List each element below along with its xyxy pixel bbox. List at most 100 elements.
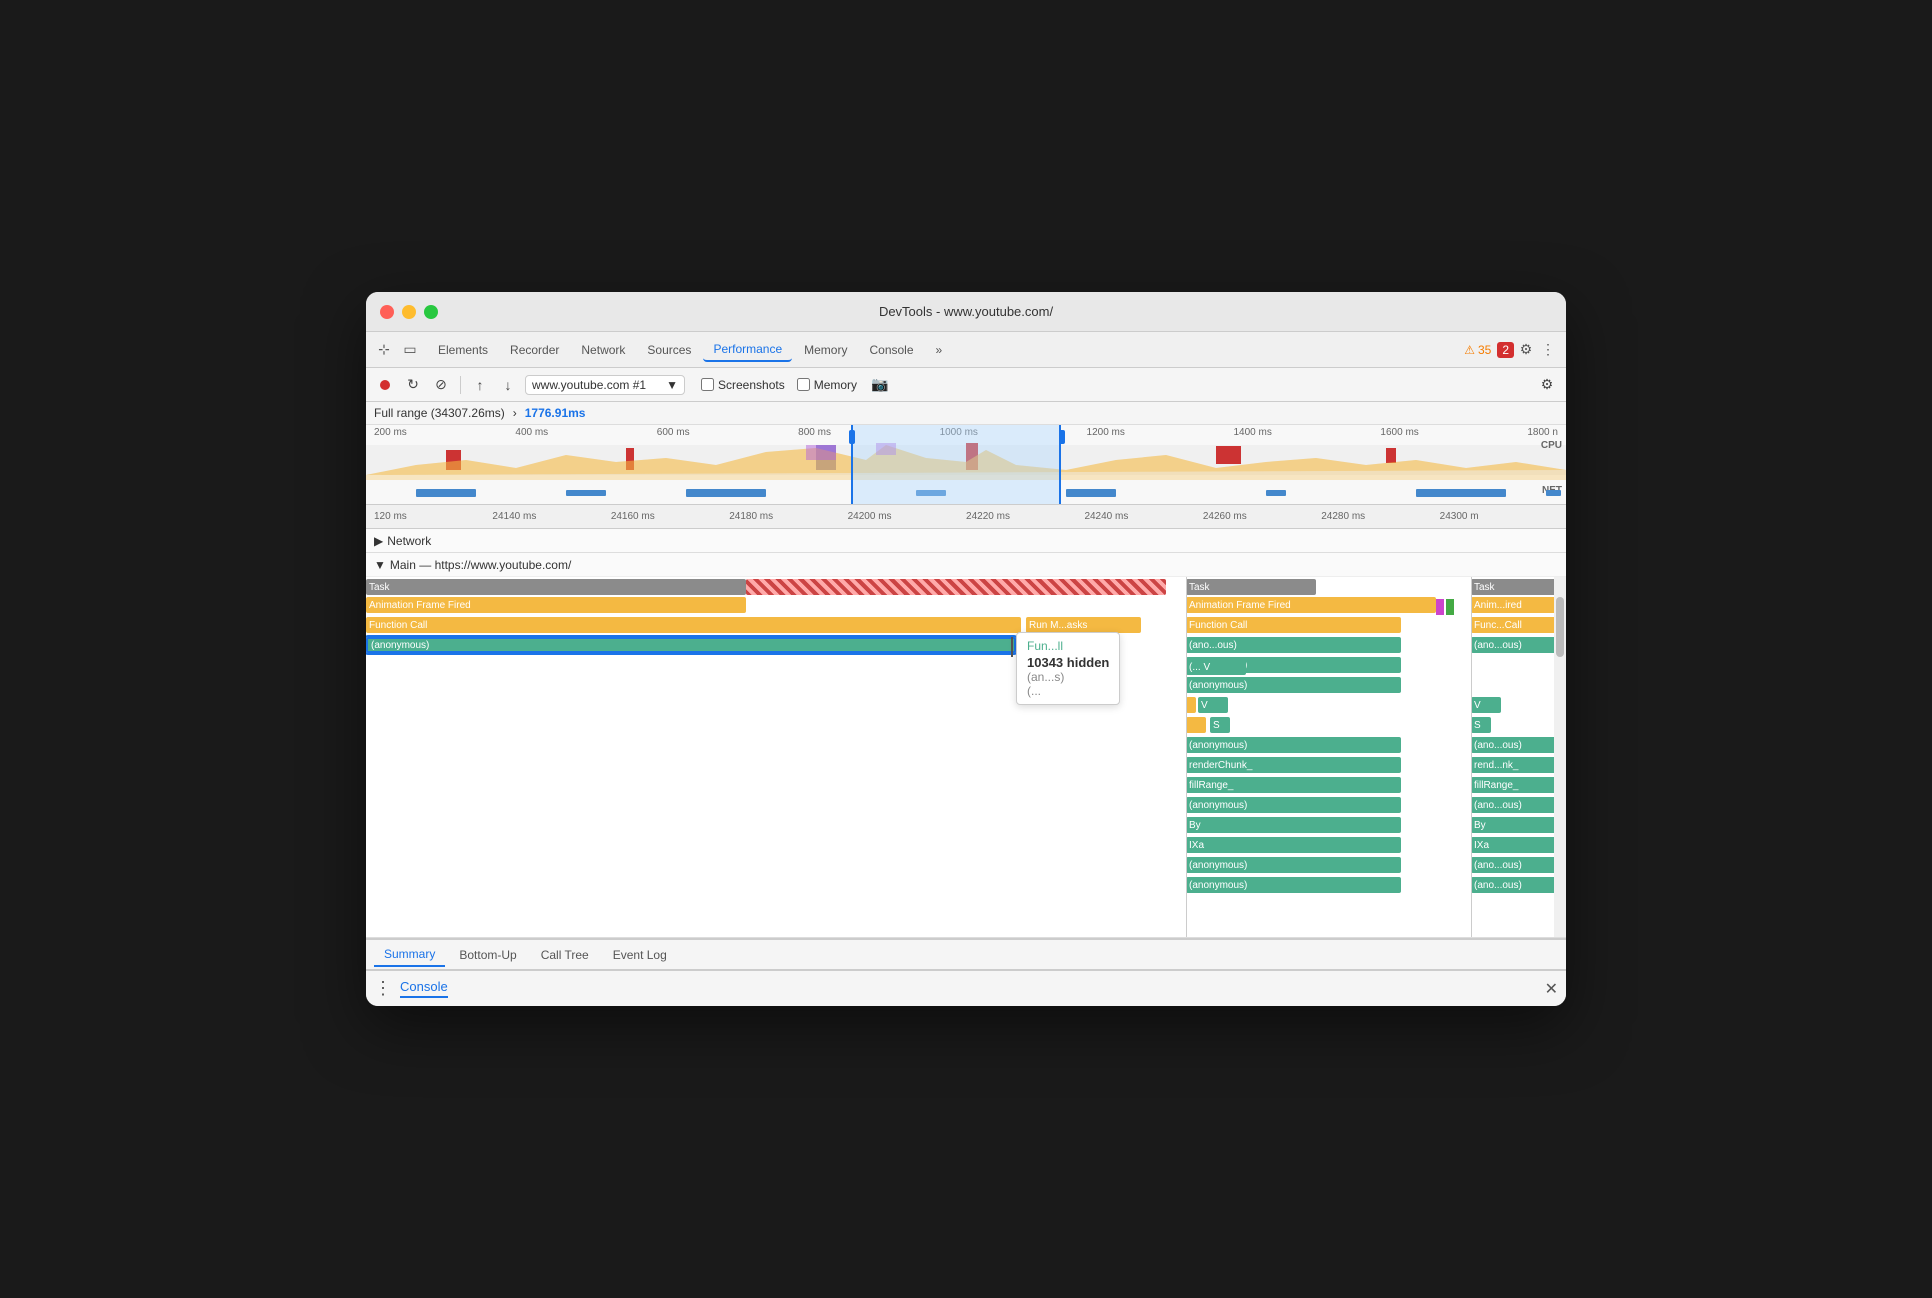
an-s-block[interactable]: (... V [1186, 659, 1246, 675]
tab-summary[interactable]: Summary [374, 943, 445, 967]
function-block-1[interactable]: Function Call [366, 617, 1021, 633]
record-button[interactable] [374, 374, 396, 396]
anon-3l[interactable]: (anonymous) [1186, 797, 1401, 813]
tab-more[interactable]: » [926, 339, 953, 361]
by-row: By By [366, 817, 1566, 837]
warning-badge: ⚠ 35 [1464, 343, 1491, 357]
task-block-2[interactable]: Task [1186, 579, 1316, 595]
anonymous-block-1[interactable]: (anonymous) [366, 637, 1016, 653]
upload-button[interactable]: ↑ [469, 374, 491, 396]
v-block-left[interactable]: V [1198, 697, 1228, 713]
tab-call-tree[interactable]: Call Tree [531, 944, 599, 966]
render-chunk-r[interactable]: rend...nk_ [1471, 757, 1566, 773]
console-menu-icon[interactable]: ⋮ [374, 978, 392, 999]
small-block-2 [1446, 599, 1454, 615]
settings-gear-icon[interactable]: ⚙ [1536, 374, 1558, 396]
anon-5r[interactable]: (ano...ous) [1471, 877, 1566, 893]
anon-2r[interactable]: (ano...ous) [1471, 737, 1566, 753]
screenshots-checkbox-label[interactable]: Screenshots [701, 378, 785, 392]
anon-2l[interactable]: (anonymous) [1186, 737, 1401, 753]
anon-4l[interactable]: (anonymous) [1186, 857, 1401, 873]
close-button[interactable] [380, 305, 394, 319]
network-section[interactable]: ▶ Network [366, 529, 1566, 553]
cursor-icon[interactable]: ⊹ [374, 340, 394, 360]
selection-handle-left[interactable] [849, 430, 855, 444]
s-block-right[interactable]: S [1471, 717, 1491, 733]
devtools-tabs: ⊹ ▭ Elements Recorder Network Sources Pe… [366, 332, 1566, 368]
tab-sources[interactable]: Sources [637, 339, 701, 361]
time-ruler: 120 ms 24140 ms 24160 ms 24180 ms 24200 … [366, 505, 1566, 529]
more-icon[interactable]: ⋮ [1538, 340, 1558, 360]
memory-checkbox-label[interactable]: Memory [797, 378, 857, 392]
s-yellow[interactable] [1186, 717, 1206, 733]
v-yellow[interactable] [1186, 697, 1196, 713]
refresh-button[interactable]: ↻ [402, 374, 424, 396]
scrollbar-track[interactable] [1554, 577, 1566, 937]
device-icon[interactable]: ▭ [400, 340, 420, 360]
range-bar: Full range (34307.26ms) › 1776.91ms [366, 402, 1566, 425]
animation-block-3[interactable]: Anim...ired [1471, 597, 1566, 613]
tab-memory[interactable]: Memory [794, 339, 857, 361]
time-24260: 24260 ms [1203, 511, 1321, 522]
clear-button[interactable]: ⊘ [430, 374, 452, 396]
run-microtasks-block[interactable]: Run M...asks [1026, 617, 1141, 633]
screenshots-checkbox[interactable] [701, 378, 714, 391]
scrollbar-thumb[interactable] [1556, 597, 1564, 657]
by-l[interactable]: By [1186, 817, 1401, 833]
time-24280: 24280 ms [1321, 511, 1439, 522]
function-block-2[interactable]: Function Call [1186, 617, 1401, 633]
render-chunk-l[interactable]: renderChunk_ [1186, 757, 1401, 773]
anon-3r[interactable]: (ano...ous) [1471, 797, 1566, 813]
fun-ll-block[interactable]: Fun...ll [1021, 637, 1076, 653]
url-select[interactable]: www.youtube.com #1 ▼ [525, 375, 685, 395]
ov-label-2: 400 ms [515, 427, 548, 438]
ov-label-3: 600 ms [657, 427, 690, 438]
tab-recorder[interactable]: Recorder [500, 339, 569, 361]
anonymous-block-2[interactable]: (ano...ous) [1186, 637, 1401, 653]
by-r[interactable]: By [1471, 817, 1566, 833]
maximize-button[interactable] [424, 305, 438, 319]
s-block-left[interactable]: S [1210, 717, 1230, 733]
minimize-button[interactable] [402, 305, 416, 319]
main-triangle: ▼ [374, 558, 386, 572]
tab-performance[interactable]: Performance [703, 338, 792, 362]
anon-row-4: (anonymous) (ano...ous) [366, 857, 1566, 877]
memory-checkbox[interactable] [797, 378, 810, 391]
capture-icon[interactable]: 📷 [869, 374, 891, 396]
main-label: Main — https://www.youtube.com/ [390, 558, 571, 572]
download-button[interactable]: ↓ [497, 374, 519, 396]
flame-chart[interactable]: Task Task Task Animation Frame Fired Ani… [366, 577, 1566, 937]
anonymous-block-3[interactable]: (ano...ous) [1471, 637, 1566, 653]
animation-block-1[interactable]: Animation Frame Fired [366, 597, 746, 613]
ixa-r[interactable]: IXa [1471, 837, 1566, 853]
console-label[interactable]: Console [400, 979, 448, 998]
task-block-3[interactable]: Task [1471, 579, 1566, 595]
anon-4r[interactable]: (ano...ous) [1471, 857, 1566, 873]
anon-row-5: (anonymous) (ano...ous) [366, 877, 1566, 897]
warning-count: 35 [1478, 343, 1491, 357]
selection-handle-right[interactable] [1059, 430, 1065, 444]
tab-network[interactable]: Network [571, 339, 635, 361]
fillrange-r[interactable]: fillRange_ [1471, 777, 1566, 793]
cpu-label: CPU [1541, 440, 1562, 451]
console-close-icon[interactable]: ✕ [1545, 979, 1558, 999]
tab-console[interactable]: Console [859, 339, 923, 361]
fillrange-l[interactable]: fillRange_ [1186, 777, 1401, 793]
tab-event-log[interactable]: Event Log [603, 944, 677, 966]
overview-timeline[interactable]: 200 ms 400 ms 600 ms 800 ms 1000 ms 1200… [366, 425, 1566, 505]
tab-elements[interactable]: Elements [428, 339, 498, 361]
anon-row2[interactable]: (anonymous) [1186, 677, 1401, 693]
error-count: 2 [1502, 343, 1509, 357]
ixa-l[interactable]: IXa [1186, 837, 1401, 853]
main-section: ▼ Main — https://www.youtube.com/ Task T… [366, 553, 1566, 938]
task-block-1[interactable]: Task [366, 579, 746, 595]
v-block-right[interactable]: V [1471, 697, 1501, 713]
animation-block-2[interactable]: Animation Frame Fired [1186, 597, 1436, 613]
title-bar: DevTools - www.youtube.com/ [366, 292, 1566, 332]
long-task-block[interactable] [746, 579, 1166, 595]
settings-icon[interactable]: ⚙ [1516, 340, 1536, 360]
tab-bottom-up[interactable]: Bottom-Up [449, 944, 526, 966]
function-block-3[interactable]: Func...Call [1471, 617, 1566, 633]
selection-overlay[interactable] [851, 425, 1061, 504]
anon-5l[interactable]: (anonymous) [1186, 877, 1401, 893]
